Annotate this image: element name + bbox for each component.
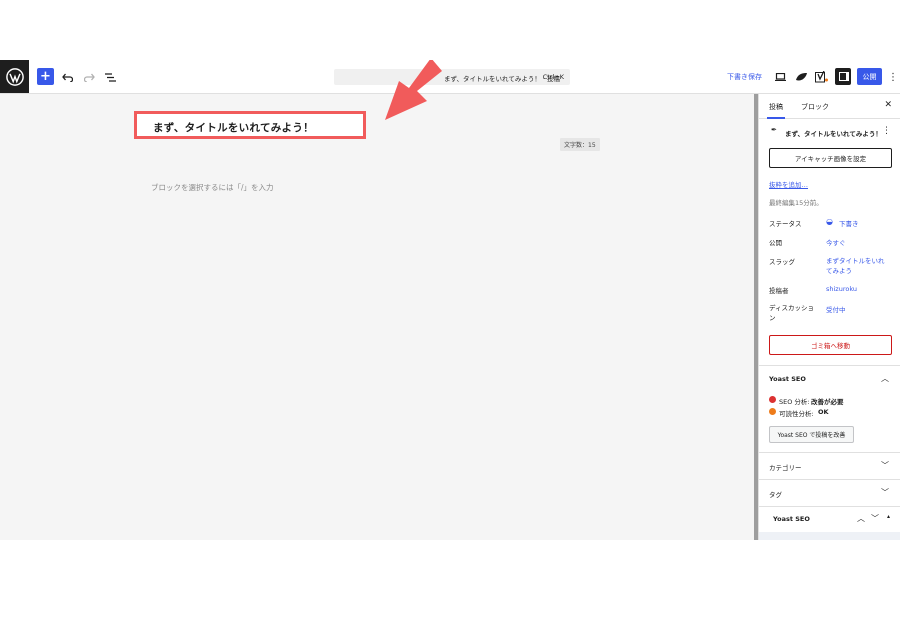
sidebar-divider [759, 365, 900, 366]
tab-block[interactable]: ブロック [801, 102, 829, 112]
command-shortcut: Ctrl+K [542, 73, 564, 81]
readability-label: 可読性分析: [779, 410, 814, 418]
options-menu-icon[interactable]: ⋮ [888, 69, 898, 85]
seo-analysis-status: 改善が必要 [811, 398, 844, 406]
wordpress-logo-icon[interactable] [0, 60, 29, 93]
slug-label: スラッグ [769, 258, 795, 266]
move-to-trash-button[interactable]: ゴミ箱へ移動 [769, 335, 892, 355]
settings-sidebar: 投稿 ブロック ✕ ✒ まず、タイトルをいれてみよう！ ⋮ アイキャッチ画像を設… [758, 94, 900, 540]
yoast-metabox-title[interactable]: Yoast SEO [773, 515, 810, 523]
post-title-highlight[interactable]: まず、タイトルをいれてみよう！ [134, 111, 366, 139]
preview-icon[interactable] [774, 69, 786, 85]
close-icon[interactable]: ✕ [884, 100, 892, 110]
chevron-down-icon[interactable]: ﹀ [871, 513, 879, 524]
publish-value[interactable]: 今すぐ [826, 237, 846, 247]
post-title[interactable]: まず、タイトルをいれてみよう！ [153, 120, 314, 135]
readability-status: OK [818, 408, 829, 416]
readability-ok-icon [769, 408, 776, 415]
seo-bad-icon [769, 396, 776, 403]
post-feather-icon: ✒ [771, 126, 777, 134]
sidebar-post-name: まず、タイトルをいれてみよう！ [785, 130, 882, 138]
sidebar-divider [759, 479, 900, 480]
redo-icon[interactable] [82, 69, 96, 85]
slug-value[interactable]: まずタイトルをいれてみよう [826, 256, 888, 276]
add-block-button[interactable]: + [37, 68, 54, 85]
add-excerpt-link[interactable]: 抜粋を追加… [769, 179, 808, 189]
category-panel-title[interactable]: カテゴリー [769, 462, 802, 472]
status-label: ステータス [769, 220, 802, 228]
chevron-down-icon[interactable]: ﹀ [881, 487, 889, 498]
discussion-label: ディスカッション [769, 304, 815, 322]
chevron-up-icon[interactable]: ︿ [881, 373, 889, 384]
undo-icon[interactable] [60, 69, 74, 85]
jetpack-leaf-icon[interactable] [794, 69, 808, 85]
chevron-down-icon[interactable]: ﹀ [881, 460, 889, 471]
draft-status-icon: ◒ [826, 217, 833, 226]
metabox-footer [759, 532, 900, 540]
publish-button[interactable]: 公開 [857, 68, 882, 85]
character-count-badge: 文字数：15 [560, 138, 600, 151]
block-editor: + まず、タイトルをいれてみよう！ · 投稿 Ctrl+K 下書き保存 公開 ⋮… [0, 60, 900, 540]
yoast-improve-button[interactable]: Yoast SEO で投稿を改善 [769, 426, 854, 443]
chevron-up-icon[interactable]: ︿ [857, 513, 865, 524]
last-edited: 最終編集15分前。 [769, 199, 823, 207]
tag-panel-title[interactable]: タグ [769, 489, 782, 499]
block-placeholder[interactable]: ブロックを選択するには「/」を入力 [151, 182, 274, 193]
discussion-value[interactable]: 受付中 [826, 304, 846, 314]
publish-label: 公開 [769, 239, 782, 247]
yoast-icon[interactable] [814, 69, 828, 85]
command-palette-bar[interactable]: まず、タイトルをいれてみよう！ · 投稿 Ctrl+K [334, 69, 570, 85]
post-actions-icon[interactable]: ⋮ [882, 126, 891, 136]
author-value[interactable]: shizuroku [826, 285, 857, 293]
author-label: 投稿者 [769, 287, 789, 295]
tab-post[interactable]: 投稿 [767, 102, 785, 119]
settings-toggle-icon[interactable] [835, 68, 851, 85]
sidebar-divider [759, 452, 900, 453]
annotation-arrow-icon [385, 60, 442, 120]
yoast-panel-title[interactable]: Yoast SEO [769, 375, 806, 383]
status-value[interactable]: 下書き [839, 218, 859, 228]
triangle-up-icon[interactable]: ▴ [887, 513, 890, 520]
seo-analysis-label: SEO 分析: [779, 398, 810, 406]
set-featured-image-button[interactable]: アイキャッチ画像を設定 [769, 148, 892, 168]
document-overview-icon[interactable] [103, 69, 117, 85]
sidebar-tabs: 投稿 ブロック ✕ [759, 94, 900, 119]
save-draft-button[interactable]: 下書き保存 [727, 72, 762, 82]
sidebar-divider [759, 506, 900, 507]
editor-toolbar: + まず、タイトルをいれてみよう！ · 投稿 Ctrl+K 下書き保存 公開 ⋮ [0, 60, 900, 94]
